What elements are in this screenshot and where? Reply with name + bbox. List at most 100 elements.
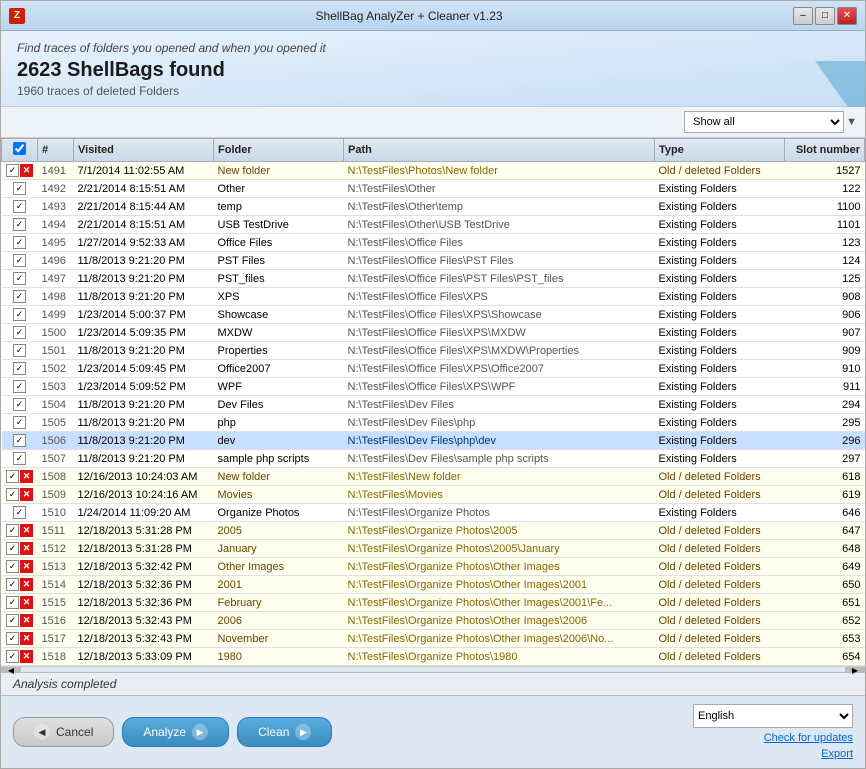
table-row[interactable]: ✓150411/8/2013 9:21:20 PMDev FilesN:\Tes…: [2, 396, 865, 414]
row-checkbox[interactable]: ✓: [6, 632, 19, 645]
cancel-button[interactable]: ◀ Cancel: [13, 717, 114, 747]
row-check-cell[interactable]: ✓: [2, 324, 38, 342]
table-row[interactable]: ✓✕151112/18/2013 5:31:28 PM2005N:\TestFi…: [2, 522, 865, 540]
table-row[interactable]: ✓✕151312/18/2013 5:32:42 PMOther ImagesN…: [2, 558, 865, 576]
row-check-cell[interactable]: ✓: [2, 180, 38, 198]
col-header-slot[interactable]: Slot number: [785, 139, 865, 162]
table-row[interactable]: ✓✕151212/18/2013 5:31:28 PMJanuaryN:\Tes…: [2, 540, 865, 558]
table-row[interactable]: ✓149611/8/2013 9:21:20 PMPST FilesN:\Tes…: [2, 252, 865, 270]
row-check-cell[interactable]: ✓✕: [2, 648, 38, 666]
row-checkbox[interactable]: ✓: [6, 488, 19, 501]
row-check-cell[interactable]: ✓: [2, 342, 38, 360]
row-checkbox[interactable]: ✓: [13, 308, 26, 321]
row-checkbox[interactable]: ✓: [13, 290, 26, 303]
table-row[interactable]: ✓✕151612/18/2013 5:32:43 PM2006N:\TestFi…: [2, 612, 865, 630]
row-check-cell[interactable]: ✓: [2, 198, 38, 216]
row-check-cell[interactable]: ✓✕: [2, 468, 38, 486]
col-header-folder[interactable]: Folder: [214, 139, 344, 162]
row-check-cell[interactable]: ✓✕: [2, 540, 38, 558]
row-check-cell[interactable]: ✓✕: [2, 558, 38, 576]
row-check-cell[interactable]: ✓: [2, 450, 38, 468]
row-checkbox[interactable]: ✓: [13, 506, 26, 519]
table-row[interactable]: ✓✕14917/1/2014 11:02:55 AMNew folderN:\T…: [2, 162, 865, 180]
table-row[interactable]: ✓14942/21/2014 8:15:51 AMUSB TestDriveN:…: [2, 216, 865, 234]
col-header-type[interactable]: Type: [655, 139, 785, 162]
col-header-path[interactable]: Path: [344, 139, 655, 162]
table-row[interactable]: ✓✕151412/18/2013 5:32:36 PM2001N:\TestFi…: [2, 576, 865, 594]
row-checkbox[interactable]: ✓: [13, 218, 26, 231]
row-checkbox[interactable]: ✓: [13, 326, 26, 339]
row-check-cell[interactable]: ✓✕: [2, 162, 38, 180]
row-check-cell[interactable]: ✓: [2, 270, 38, 288]
row-checkbox[interactable]: ✓: [13, 452, 26, 465]
close-button[interactable]: ✕: [837, 7, 857, 25]
table-row[interactable]: ✓14951/27/2014 9:52:33 AMOffice FilesN:\…: [2, 234, 865, 252]
row-check-cell[interactable]: ✓: [2, 288, 38, 306]
clean-button[interactable]: Clean ▶: [237, 717, 332, 747]
row-check-cell[interactable]: ✓: [2, 378, 38, 396]
table-row[interactable]: ✓15001/23/2014 5:09:35 PMMXDWN:\TestFile…: [2, 324, 865, 342]
table-row[interactable]: ✓✕150912/16/2013 10:24:16 AMMoviesN:\Tes…: [2, 486, 865, 504]
table-row[interactable]: ✓14991/23/2014 5:00:37 PMShowcaseN:\Test…: [2, 306, 865, 324]
table-row[interactable]: ✓15021/23/2014 5:09:45 PMOffice2007N:\Te…: [2, 360, 865, 378]
row-check-cell[interactable]: ✓✕: [2, 630, 38, 648]
row-checkbox[interactable]: ✓: [6, 560, 19, 573]
minimize-button[interactable]: –: [793, 7, 813, 25]
table-row[interactable]: ✓149711/8/2013 9:21:20 PMPST_filesN:\Tes…: [2, 270, 865, 288]
row-checkbox[interactable]: ✓: [13, 416, 26, 429]
row-checkbox[interactable]: ✓: [13, 380, 26, 393]
row-check-cell[interactable]: ✓: [2, 396, 38, 414]
analyze-button[interactable]: Analyze ▶: [122, 717, 229, 747]
row-check-cell[interactable]: ✓: [2, 216, 38, 234]
row-checkbox[interactable]: ✓: [13, 272, 26, 285]
language-select[interactable]: English German French Spanish: [693, 704, 853, 728]
table-row[interactable]: ✓✕151812/18/2013 5:33:09 PM1980N:\TestFi…: [2, 648, 865, 666]
row-checkbox[interactable]: ✓: [6, 164, 19, 177]
col-header-visited[interactable]: Visited: [74, 139, 214, 162]
scroll-left-btn[interactable]: ◀: [1, 667, 21, 673]
row-checkbox[interactable]: ✓: [13, 236, 26, 249]
table-row[interactable]: ✓✕151512/18/2013 5:32:36 PMFebruaryN:\Te…: [2, 594, 865, 612]
row-checkbox[interactable]: ✓: [13, 362, 26, 375]
row-checkbox[interactable]: ✓: [13, 200, 26, 213]
table-row[interactable]: ✓15031/23/2014 5:09:52 PMWPFN:\TestFiles…: [2, 378, 865, 396]
row-checkbox[interactable]: ✓: [13, 182, 26, 195]
row-check-cell[interactable]: ✓✕: [2, 612, 38, 630]
show-all-select[interactable]: Show all: [684, 111, 844, 133]
row-check-cell[interactable]: ✓✕: [2, 576, 38, 594]
row-check-cell[interactable]: ✓: [2, 414, 38, 432]
row-check-cell[interactable]: ✓: [2, 360, 38, 378]
row-checkbox[interactable]: ✓: [13, 434, 26, 447]
row-check-cell[interactable]: ✓✕: [2, 486, 38, 504]
table-row[interactable]: ✓150611/8/2013 9:21:20 PMdevN:\TestFiles…: [2, 432, 865, 450]
row-check-cell[interactable]: ✓: [2, 432, 38, 450]
table-row[interactable]: ✓150511/8/2013 9:21:20 PMphpN:\TestFiles…: [2, 414, 865, 432]
row-checkbox[interactable]: ✓: [6, 650, 19, 663]
check-updates-link[interactable]: Check for updates: [764, 732, 853, 744]
table-row[interactable]: ✓✕151712/18/2013 5:32:43 PMNovemberN:\Te…: [2, 630, 865, 648]
row-checkbox[interactable]: ✓: [6, 542, 19, 555]
row-checkbox[interactable]: ✓: [6, 596, 19, 609]
table-row[interactable]: ✓150711/8/2013 9:21:20 PMsample php scri…: [2, 450, 865, 468]
table-row[interactable]: ✓14922/21/2014 8:15:51 AMOtherN:\TestFil…: [2, 180, 865, 198]
row-checkbox[interactable]: ✓: [6, 524, 19, 537]
row-checkbox[interactable]: ✓: [6, 614, 19, 627]
table-row[interactable]: ✓✕150812/16/2013 10:24:03 AMNew folderN:…: [2, 468, 865, 486]
row-check-cell[interactable]: ✓: [2, 252, 38, 270]
maximize-button[interactable]: □: [815, 7, 835, 25]
row-check-cell[interactable]: ✓: [2, 306, 38, 324]
row-check-cell[interactable]: ✓✕: [2, 522, 38, 540]
row-check-cell[interactable]: ✓✕: [2, 594, 38, 612]
table-row[interactable]: ✓14932/21/2014 8:15:44 AMtempN:\TestFile…: [2, 198, 865, 216]
table-row[interactable]: ✓15101/24/2014 11:09:20 AMOrganize Photo…: [2, 504, 865, 522]
row-checkbox[interactable]: ✓: [6, 470, 19, 483]
export-link[interactable]: Export: [821, 748, 853, 760]
scroll-right-btn[interactable]: ▶: [845, 667, 865, 673]
row-checkbox[interactable]: ✓: [13, 254, 26, 267]
row-checkbox[interactable]: ✓: [13, 398, 26, 411]
row-check-cell[interactable]: ✓: [2, 504, 38, 522]
row-checkbox[interactable]: ✓: [6, 578, 19, 591]
table-row[interactable]: ✓149811/8/2013 9:21:20 PMXPSN:\TestFiles…: [2, 288, 865, 306]
table-row[interactable]: ✓150111/8/2013 9:21:20 PMPropertiesN:\Te…: [2, 342, 865, 360]
row-check-cell[interactable]: ✓: [2, 234, 38, 252]
